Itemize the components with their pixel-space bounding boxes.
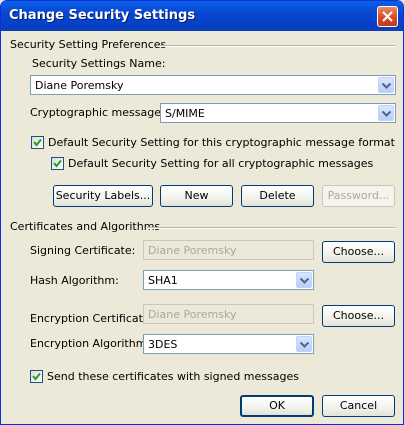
encryption-algorithm-combo[interactable]: 3DES	[143, 334, 314, 354]
encryption-certificate-value: Diane Poremsky	[148, 308, 237, 321]
chevron-down-icon	[300, 278, 309, 284]
dropdown-arrow-button[interactable]	[296, 336, 312, 352]
title-bar[interactable]: Change Security Settings	[1, 1, 403, 31]
dropdown-arrow-button[interactable]	[378, 105, 394, 121]
cancel-button[interactable]: Cancel	[322, 395, 395, 417]
send-certificates-label[interactable]: Send these certificates with signed mess…	[47, 370, 299, 383]
chevron-down-icon	[382, 111, 391, 117]
hash-algorithm-label: Hash Algorithm:	[30, 274, 119, 287]
hash-algorithm-value: SHA1	[148, 274, 178, 287]
encryption-choose-button[interactable]: Choose...	[322, 305, 395, 327]
signing-certificate-field: Diane Poremsky	[143, 240, 314, 260]
checkmark-icon	[33, 138, 42, 147]
hash-algorithm-combo[interactable]: SHA1	[143, 270, 314, 290]
close-button[interactable]	[377, 6, 398, 27]
encryption-algorithm-value: 3DES	[148, 338, 178, 351]
chevron-down-icon	[382, 83, 391, 89]
security-settings-name-combo[interactable]: Diane Poremsky	[30, 75, 396, 95]
default-format-label[interactable]: Default Security Setting for this crypto…	[48, 136, 395, 149]
cryptographic-message-value: S/MIME	[165, 107, 205, 120]
default-all-checkbox[interactable]	[51, 157, 64, 170]
security-settings-name-value: Diane Poremsky	[35, 79, 124, 92]
close-icon	[382, 11, 393, 22]
dropdown-arrow-button[interactable]	[296, 272, 312, 288]
checkmark-icon	[32, 372, 41, 381]
encryption-algorithm-label: Encryption Algorithm:	[30, 337, 151, 350]
new-button[interactable]: New	[160, 185, 233, 207]
window-title: Change Security Settings	[9, 8, 196, 23]
section-divider	[147, 227, 395, 229]
encryption-certificate-field: Diane Poremsky	[143, 304, 314, 324]
default-format-checkbox[interactable]	[31, 136, 44, 149]
section-divider	[159, 45, 395, 47]
default-all-label[interactable]: Default Security Setting for all cryptog…	[68, 157, 373, 170]
dialog-window: Change Security Settings Security Settin…	[0, 0, 404, 425]
chevron-down-icon	[300, 342, 309, 348]
cryptographic-message-label: Cryptographic message	[30, 106, 161, 119]
security-labels-button[interactable]: Security Labels...	[53, 185, 153, 207]
signing-certificate-label: Signing Certificate:	[30, 244, 136, 257]
password-button: Password...	[322, 185, 395, 207]
encryption-certificate-label: Encryption Certificate:	[30, 312, 154, 325]
cryptographic-message-combo[interactable]: S/MIME	[160, 103, 396, 123]
dropdown-arrow-button[interactable]	[378, 77, 394, 93]
security-settings-name-label: Security Settings Name:	[32, 57, 166, 70]
signing-choose-button[interactable]: Choose...	[322, 241, 395, 263]
section-label-certificates: Certificates and Algorithms	[10, 220, 161, 233]
checkmark-icon	[53, 159, 62, 168]
signing-certificate-value: Diane Poremsky	[148, 244, 237, 257]
ok-button[interactable]: OK	[240, 395, 314, 417]
section-label-preferences: Security Setting Preferences	[10, 38, 167, 51]
delete-button[interactable]: Delete	[241, 185, 314, 207]
send-certificates-checkbox[interactable]	[30, 370, 43, 383]
